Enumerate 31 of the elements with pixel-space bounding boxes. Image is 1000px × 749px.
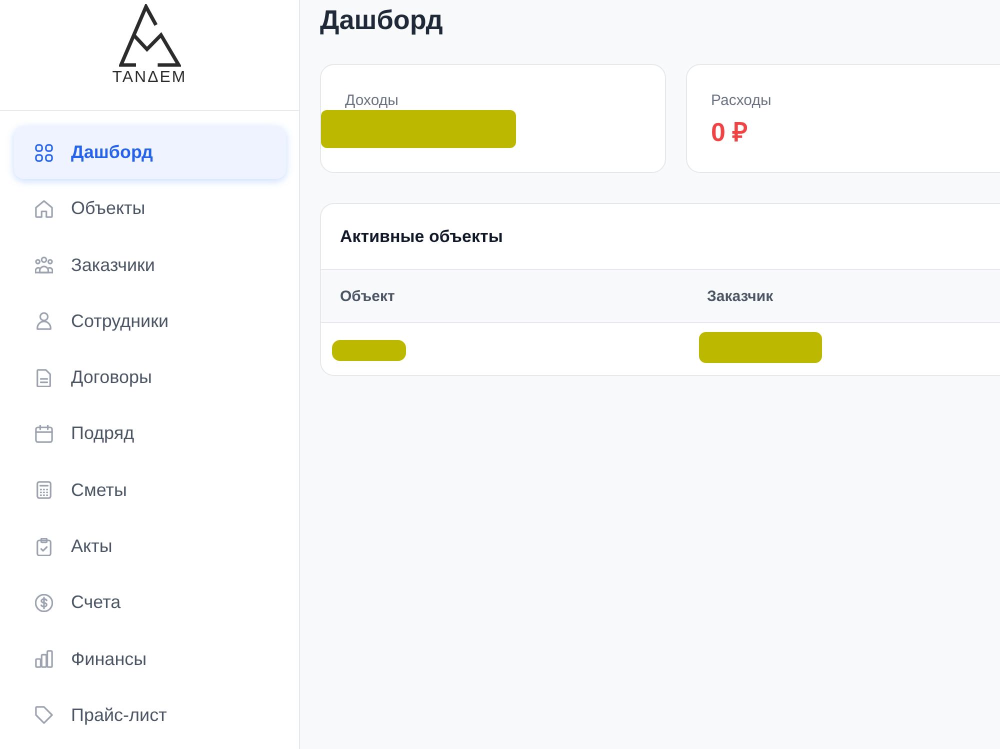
sidebar-item[interactable]: Сметы bbox=[14, 464, 286, 517]
clipboard-check-icon bbox=[35, 538, 53, 556]
house-icon bbox=[35, 200, 53, 218]
sidebar-item[interactable]: Дашборд bbox=[14, 126, 286, 179]
calculator-icon bbox=[35, 481, 53, 500]
logo-text: TANΔEM bbox=[112, 69, 187, 87]
triangle-logo-icon bbox=[118, 4, 180, 68]
column-header: Объект bbox=[339, 288, 395, 304]
people-icon bbox=[35, 256, 53, 274]
person-icon bbox=[35, 312, 53, 330]
sidebar-item[interactable]: Подряд bbox=[14, 407, 286, 460]
sidebar-item[interactable]: Сотрудники bbox=[14, 294, 286, 348]
tag-icon bbox=[35, 706, 53, 724]
sidebar-item[interactable]: Акты bbox=[14, 520, 286, 574]
section-title: Активные объекты bbox=[339, 226, 504, 248]
page-title: Дашборд bbox=[320, 4, 444, 37]
stat-value: 0 ₽ bbox=[711, 117, 749, 147]
document-icon bbox=[35, 368, 53, 387]
grid-icon bbox=[35, 144, 53, 162]
sidebar-item[interactable]: Объекты bbox=[14, 182, 286, 236]
column-header: Заказчик bbox=[706, 288, 774, 304]
sidebar-item[interactable]: Прайс-лист bbox=[14, 688, 286, 742]
sidebar-item[interactable]: Счета bbox=[14, 576, 286, 630]
stat-label: Расходы bbox=[711, 92, 772, 110]
calendar-icon bbox=[35, 424, 53, 443]
sidebar-item[interactable]: Заказчики bbox=[14, 238, 286, 292]
sidebar-item[interactable]: Финансы bbox=[14, 632, 286, 686]
dollar-coin-icon bbox=[35, 594, 53, 612]
stat-label: Доходы bbox=[345, 92, 400, 110]
sidebar-item[interactable]: Договоры bbox=[14, 351, 286, 404]
bar-chart-icon bbox=[35, 650, 53, 668]
